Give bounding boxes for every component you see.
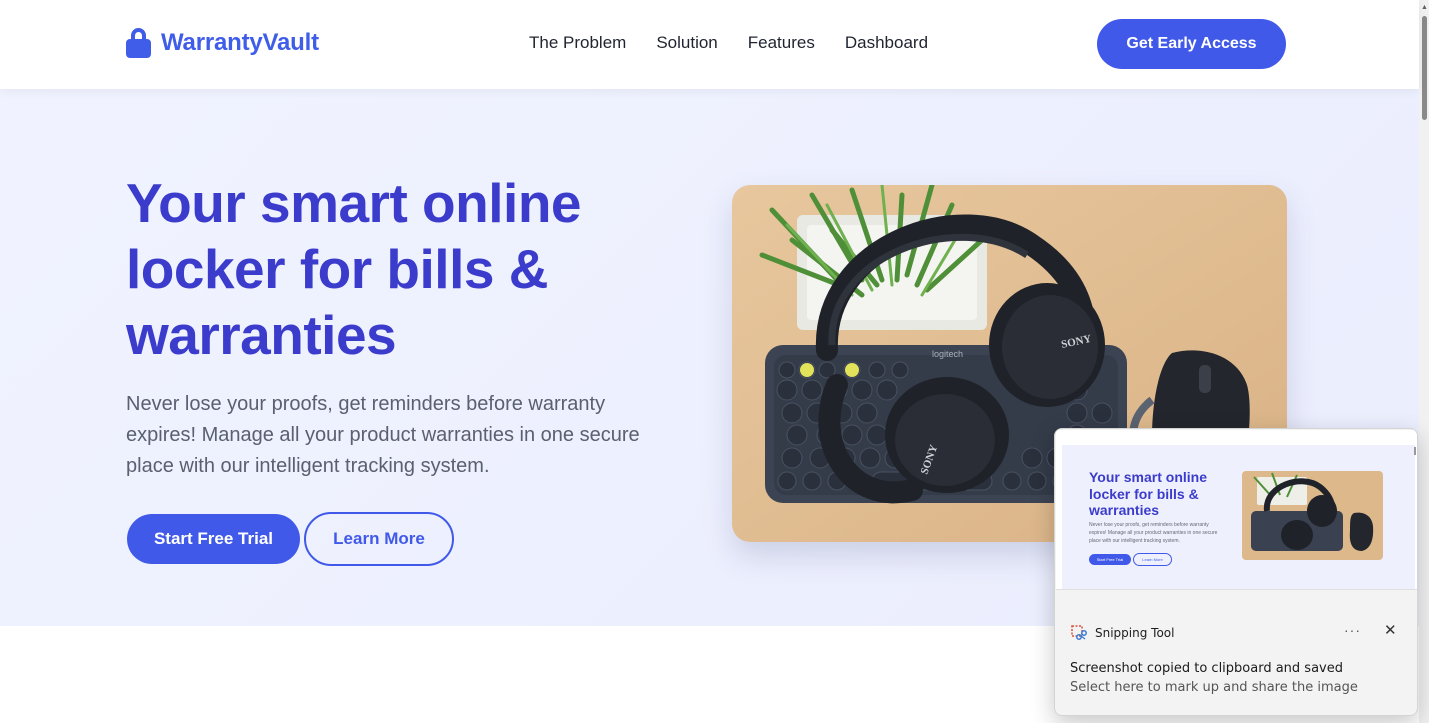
hero-subtitle: Never lose your proofs, get reminders be…: [126, 393, 640, 477]
more-icon[interactable]: ···: [1344, 622, 1361, 638]
screenshot-thumbnail[interactable]: Your smart online locker for bills & war…: [1056, 430, 1417, 590]
scroll-up-arrow-icon[interactable]: ▲: [1421, 4, 1428, 11]
toast-submessage: Select here to mark up and share the ima…: [1070, 680, 1358, 695]
nav-link-features[interactable]: Features: [748, 33, 815, 53]
nav-link-dashboard[interactable]: Dashboard: [845, 33, 928, 53]
toast-message: Screenshot copied to clipboard and saved: [1070, 661, 1343, 676]
svg-text:logitech: logitech: [932, 349, 963, 359]
close-icon[interactable]: ✕: [1384, 621, 1397, 639]
start-free-trial-button[interactable]: Start Free Trial: [127, 514, 300, 564]
toast-header: Snipping Tool: [1071, 625, 1174, 641]
hero-title: Your smart online locker for bills & war…: [126, 172, 582, 366]
toast-app-name: Snipping Tool: [1095, 626, 1175, 640]
thumbnail-image: [1242, 471, 1383, 560]
main-nav: The Problem Solution Features Dashboard: [529, 33, 958, 53]
snipping-tool-icon: [1071, 625, 1087, 641]
thumbnail-title: Your smart online locker for bills & war…: [1089, 469, 1207, 518]
thumbnail-scroll-indicator: [1414, 447, 1416, 455]
page: WarrantyVault The Problem Solution Featu…: [0, 0, 1429, 723]
thumbnail-secondary-button: Learn More: [1133, 553, 1172, 566]
thumbnail-subtitle: Never lose your proofs, get reminders be…: [1089, 522, 1218, 544]
logo-text: WarrantyVault: [161, 29, 319, 56]
nav-link-the-problem[interactable]: The Problem: [529, 33, 626, 53]
thumbnail-hero: Your smart online locker for bills & war…: [1062, 445, 1415, 589]
scrollbar-thumb[interactable]: [1422, 16, 1427, 120]
learn-more-button[interactable]: Learn More: [304, 512, 454, 566]
snipping-tool-notification[interactable]: Your smart online locker for bills & war…: [1054, 428, 1418, 716]
thumbnail-primary-button: Start Free Trial: [1089, 554, 1131, 565]
nav-link-solution[interactable]: Solution: [656, 33, 717, 53]
lock-icon: [126, 28, 151, 58]
site-header: WarrantyVault The Problem Solution Featu…: [0, 0, 1419, 89]
logo[interactable]: WarrantyVault: [126, 28, 319, 58]
get-early-access-button[interactable]: Get Early Access: [1097, 19, 1286, 69]
